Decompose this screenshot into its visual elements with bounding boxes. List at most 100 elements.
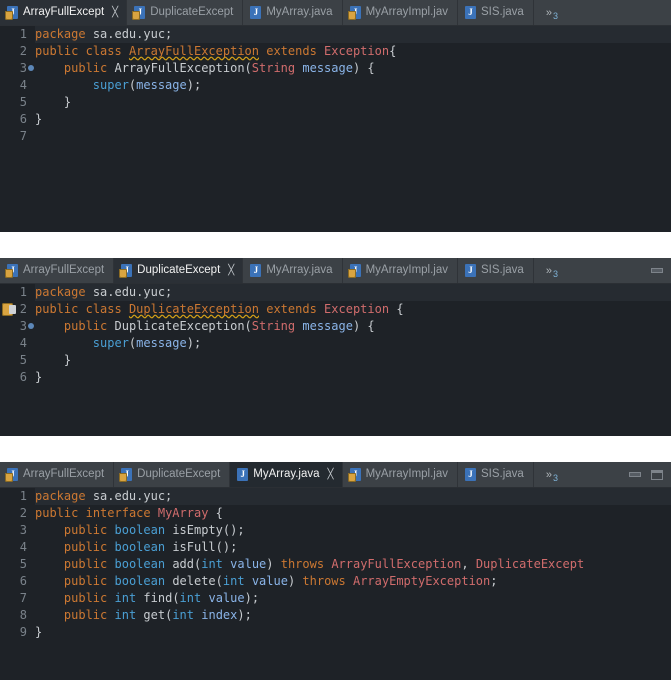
tab-myarray-java[interactable]: J MyArray.java: [243, 0, 343, 25]
gutter-line-warning[interactable]: 2: [0, 301, 27, 318]
tab-overflow-button[interactable]: » 3: [534, 462, 570, 487]
code-line: }: [35, 112, 43, 126]
tab-label: ArrayFullExcept: [23, 264, 105, 276]
line-number-gutter[interactable]: 1 2 3 4 5 6: [0, 284, 34, 386]
tab-sis-java[interactable]: J SIS.java: [458, 462, 534, 487]
code-line: public int find(int value);: [63, 591, 260, 605]
java-file-icon: J: [465, 264, 476, 277]
java-file-warning-icon: J: [347, 468, 361, 482]
close-icon[interactable]: ╳: [228, 265, 234, 276]
tab-overflow-button[interactable]: » 3: [534, 0, 570, 25]
chevron-double-right-icon: »: [545, 468, 552, 481]
tab-label: ArrayFullExcept: [23, 6, 105, 18]
java-file-icon: J: [237, 468, 249, 481]
code-line: }: [35, 95, 72, 109]
gutter-line: 9: [19, 625, 27, 639]
tab-label: DuplicateExcept: [150, 6, 234, 18]
tab-bar: J ArrayFullExcept J DuplicateExcept ╳ J …: [0, 258, 671, 284]
gutter-line-breakpoint[interactable]: 3: [0, 318, 34, 335]
tab-bar: J ArrayFullExcept J DuplicateExcept J My…: [0, 462, 671, 488]
code-line: public class DuplicateException extends …: [35, 302, 404, 316]
code-line: package sa.edu.yuc;: [35, 488, 671, 505]
tab-label: DuplicateExcept: [137, 468, 221, 480]
tab-duplicateexcept[interactable]: J DuplicateExcept: [127, 0, 244, 25]
code-line: package sa.edu.yuc;: [35, 284, 671, 301]
java-file-warning-icon: J: [132, 6, 146, 20]
tab-arrayfullexcept[interactable]: J ArrayFullExcept: [0, 258, 115, 283]
tab-sis-java[interactable]: J SIS.java: [458, 0, 534, 25]
code-lines[interactable]: package sa.edu.yuc; public interface MyA…: [30, 488, 671, 641]
window-buttons: [629, 462, 671, 487]
gutter-line: 5: [19, 95, 27, 109]
gutter-line-breakpoint[interactable]: 3: [0, 60, 34, 77]
code-lines[interactable]: package sa.edu.yuc; public class Duplica…: [30, 284, 671, 386]
tab-duplicateexcept[interactable]: J DuplicateExcept: [114, 462, 231, 487]
java-file-warning-icon: J: [347, 6, 361, 20]
gutter-line: 5: [19, 353, 27, 367]
gutter-line: 7: [19, 591, 27, 605]
gutter-line: 1: [19, 27, 27, 41]
minimize-icon[interactable]: [629, 472, 641, 477]
maximize-icon[interactable]: [651, 469, 663, 480]
java-file-warning-icon: J: [347, 264, 361, 278]
tab-label: SIS.java: [481, 468, 524, 480]
tab-label: MyArrayImpl.jav: [365, 468, 448, 480]
tab-sis-java[interactable]: J SIS.java: [458, 258, 534, 283]
code-lines[interactable]: package sa.edu.yuc; public class ArrayFu…: [30, 26, 671, 145]
tab-myarray-java[interactable]: J MyArray.java: [243, 258, 343, 283]
gutter-line: 3: [19, 523, 27, 537]
gutter-line: 6: [19, 370, 27, 384]
code-area[interactable]: 1 2 3 4 5 6 7 8 9 package sa.edu.yuc; pu…: [0, 488, 671, 641]
gutter-line: 6: [19, 112, 27, 126]
panel-gap: [0, 436, 671, 462]
code-line: public ArrayFullException(String message…: [63, 61, 375, 75]
code-line: }: [35, 353, 72, 367]
window-buttons: [651, 258, 671, 283]
code-line: }: [35, 370, 43, 384]
java-file-warning-icon: J: [5, 6, 18, 20]
warning-lightbulb-icon[interactable]: [2, 303, 16, 316]
tab-myarrayimpl-java[interactable]: J MyArrayImpl.jav: [343, 0, 458, 25]
gutter-line: 1: [19, 489, 27, 503]
java-file-icon: J: [465, 6, 476, 19]
minimize-icon[interactable]: [651, 268, 663, 273]
chevron-double-right-icon: »: [545, 264, 552, 277]
code-line: }: [35, 625, 43, 639]
code-line: public int get(int index);: [63, 608, 252, 622]
overflow-count: 3: [552, 269, 558, 279]
code-line: super(message);: [92, 336, 202, 350]
tab-myarray-java[interactable]: J MyArray.java ╳: [230, 462, 343, 487]
tab-label: MyArrayImpl.jav: [365, 264, 448, 276]
tab-label: MyArray.java: [253, 468, 320, 480]
java-file-icon: J: [250, 264, 262, 277]
code-line: public boolean add(int value) throws Arr…: [63, 557, 585, 571]
tab-overflow-button[interactable]: » 3: [534, 258, 570, 283]
code-line: public class ArrayFullException extends …: [35, 44, 397, 58]
close-icon[interactable]: ╳: [112, 7, 118, 18]
tab-arrayfullexcept[interactable]: J ArrayFullExcept ╳: [0, 0, 128, 25]
code-area[interactable]: 1 2 3 4 5 6 7 package sa.edu.yuc; public…: [0, 26, 671, 145]
tab-label: DuplicateExcept: [137, 264, 221, 276]
gutter-line: 7: [19, 129, 27, 143]
code-line: package sa.edu.yuc;: [35, 26, 671, 43]
line-number-gutter[interactable]: 1 2 3 4 5 6 7: [0, 26, 34, 145]
tab-duplicateexcept[interactable]: J DuplicateExcept ╳: [114, 258, 244, 283]
close-icon[interactable]: ╳: [328, 469, 334, 480]
chevron-double-right-icon: »: [545, 6, 552, 19]
gutter-line: 4: [19, 78, 27, 92]
tab-myarrayimpl-java[interactable]: J MyArrayImpl.jav: [343, 258, 458, 283]
tab-myarrayimpl-java[interactable]: J MyArrayImpl.jav: [343, 462, 458, 487]
tab-label: ArrayFullExcept: [23, 468, 105, 480]
tab-label: MyArrayImpl.jav: [365, 6, 448, 18]
overflow-count: 3: [552, 11, 558, 21]
tab-arrayfullexcept[interactable]: J ArrayFullExcept: [0, 462, 115, 487]
gutter-line: 6: [19, 574, 27, 588]
code-area[interactable]: 1 2 3 4 5 6 package sa.edu.yuc; public c…: [0, 284, 671, 386]
gutter-line: 8: [19, 608, 27, 622]
gutter-line: 1: [19, 285, 27, 299]
code-line: public boolean isFull();: [63, 540, 238, 554]
java-file-warning-icon: J: [119, 468, 133, 482]
code-line: public interface MyArray {: [35, 506, 223, 520]
line-number-gutter[interactable]: 1 2 3 4 5 6 7 8 9: [0, 488, 30, 641]
